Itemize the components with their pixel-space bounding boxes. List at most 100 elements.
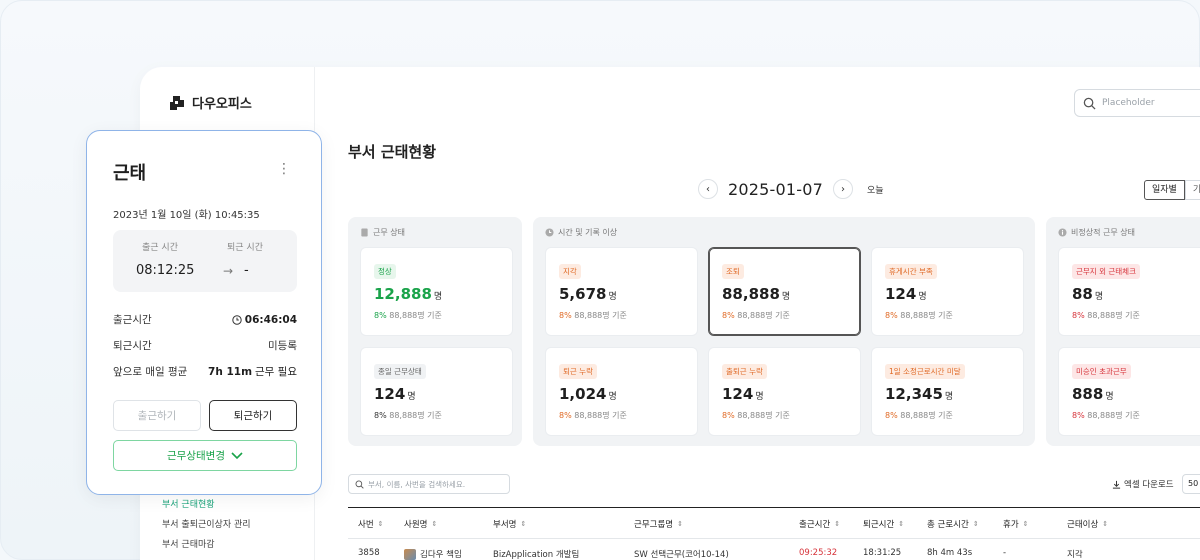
search-icon: [1083, 97, 1096, 110]
stat-card[interactable]: 휴게시간 부족 124 명 8% 88,888명 기준: [871, 247, 1024, 336]
info-value: 06:46:04: [232, 312, 297, 327]
arrow-right-icon: →: [223, 264, 234, 278]
checkin-label: 출근 시간: [142, 243, 178, 253]
prev-date-button[interactable]: ‹: [698, 179, 718, 199]
cell-emp-no: 3858: [358, 548, 380, 558]
stat-base: 8% 88,888명 기준: [374, 411, 442, 420]
info-label: 앞으로 매일 평균: [113, 366, 188, 378]
header-emp-no[interactable]: 사번 ⇕: [358, 518, 384, 530]
table-search-input[interactable]: 부서, 이름, 사번을 검색하세요.: [348, 474, 510, 494]
cell-dept: BizApplication 개발팀: [493, 550, 580, 560]
sidebar-item-dept-attendance[interactable]: 부서 근태현황: [140, 495, 314, 515]
stat-base: 8% 88,888명 기준: [722, 311, 790, 320]
info-value: 미등록: [268, 340, 297, 352]
stat-value: 12,888 명: [374, 285, 443, 303]
stat-base: 8% 88,888명 기준: [1072, 411, 1140, 420]
page-size-select[interactable]: 50: [1182, 474, 1200, 494]
stat-value: 888 명: [1072, 385, 1114, 403]
group-time-anomaly: 시간 및 기록 이상 지각 5,678 명 8% 88,888명 기준 조퇴 88…: [533, 217, 1035, 446]
view-toggle: 일자별 기: [1144, 180, 1200, 200]
cell-anomaly: 지각: [1067, 550, 1083, 560]
header-checkout[interactable]: 퇴근시간 ⇕: [863, 518, 904, 530]
header-total-hours[interactable]: 총 근로시간 ⇕: [927, 518, 979, 530]
attendance-datetime: 2023년 1월 10일 (화) 10:45:35: [113, 210, 260, 221]
search-placeholder: Placeholder: [1102, 98, 1155, 108]
avatar: [404, 548, 416, 560]
info-value: 7h 11m 근무 필요: [208, 365, 297, 379]
stat-card[interactable]: 퇴근 누락 1,024 명 8% 88,888명 기준: [545, 347, 698, 436]
table-row[interactable]: 3858 김다우 책임 BizApplication 개발팀 SW 선택근무(코…: [348, 539, 1200, 560]
table-header: 사번 ⇕ 사원명 ⇕ 부서명 ⇕ 근무그룹명 ⇕ 출근시간 ⇕ 퇴근시간 ⇕ 총 근로시간 ⇕…: [348, 507, 1200, 539]
stat-card[interactable]: 정상 12,888 명 8% 88,888명 기준: [360, 247, 513, 336]
group-title-text: 비정상적 근무 상태: [1071, 228, 1135, 237]
stat-card[interactable]: 미승인 초과근무 888 명 8% 88,888명 기준: [1058, 347, 1200, 436]
stat-base: 8% 88,888명 기준: [885, 311, 953, 320]
sort-icon: ⇕: [520, 520, 527, 528]
group-title: 근무 상태: [360, 227, 405, 238]
status-badge: 퇴근 누락: [559, 364, 597, 379]
tab-period[interactable]: 기: [1184, 180, 1200, 200]
sidebar-item-dept-closing[interactable]: 부서 근태마감: [140, 535, 314, 555]
header-dept[interactable]: 부서명 ⇕: [493, 518, 526, 530]
header-emp-name[interactable]: 사원명 ⇕: [404, 518, 437, 530]
status-badge: 조퇴: [722, 264, 744, 279]
sort-icon: ⇕: [898, 520, 905, 528]
global-search-input[interactable]: Placeholder: [1074, 89, 1200, 117]
stat-base: 8% 88,888명 기준: [559, 411, 627, 420]
stat-card[interactable]: 1일 소정근로시간 미달 12,345 명 8% 88,888명 기준: [871, 347, 1024, 436]
document-icon: [361, 228, 368, 237]
cell-checkin: 09:25:32: [799, 548, 838, 558]
stat-card[interactable]: 지각 5,678 명 8% 88,888명 기준: [545, 247, 698, 336]
stat-base: 8% 88,888명 기준: [1072, 311, 1140, 320]
info-label: 출근시간: [113, 314, 152, 326]
change-status-label: 근무상태변경: [167, 450, 225, 462]
attendance-title: 근태: [113, 163, 147, 184]
info-row-checkin: 출근시간 06:46:04: [113, 312, 297, 327]
stat-value: 88 명: [1072, 285, 1104, 303]
stat-card[interactable]: 출퇴근 누락 124 명 8% 88,888명 기준: [708, 347, 861, 436]
change-status-button[interactable]: 근무상태변경: [113, 440, 297, 471]
cell-total-hours: 8h 4m 43s: [927, 548, 973, 558]
sidebar-item-dept-anomaly[interactable]: 부서 출퇴근이상자 관리: [140, 515, 314, 535]
checkin-button[interactable]: 출근하기: [113, 400, 201, 431]
next-date-button[interactable]: ›: [832, 179, 853, 199]
stat-card[interactable]: 근무지 외 근태체크 88 명 8% 88,888명 기준: [1058, 247, 1200, 336]
daou-logo-icon: [170, 95, 184, 110]
sidebar-menu: 부서 근태현황 부서 출퇴근이상자 관리 부서 근태마감: [140, 495, 314, 555]
sort-icon: ⇕: [677, 520, 683, 528]
info-row-average: 앞으로 매일 평균 7h 11m 근무 필요: [113, 364, 297, 379]
group-title-text: 시간 및 기록 이상: [558, 228, 618, 237]
group-title: 비정상적 근무 상태: [1058, 227, 1135, 238]
status-badge: 근무지 외 근태체크: [1072, 264, 1140, 279]
stat-card-selected[interactable]: 조퇴 88,888 명 8% 88,888명 기준: [708, 247, 861, 336]
stat-base: 8% 88,888명 기준: [722, 411, 790, 420]
group-title: 시간 및 기록 이상: [545, 227, 617, 238]
checkout-button[interactable]: 퇴근하기: [209, 400, 297, 431]
tab-daily[interactable]: 일자별: [1144, 180, 1185, 200]
status-badge: 미승인 초과근무: [1072, 364, 1131, 379]
sort-icon: ⇕: [834, 520, 841, 528]
more-icon[interactable]: ⋮: [277, 161, 291, 177]
header-checkin[interactable]: 출근시간 ⇕: [799, 518, 840, 530]
logo-text: 다우오피스: [192, 97, 252, 112]
download-icon: [1112, 480, 1121, 489]
table-search-placeholder: 부서, 이름, 사번을 검색하세요.: [368, 479, 466, 489]
cell-emp-name: 김다우 책임: [404, 548, 462, 560]
excel-download-button[interactable]: 엑셀 다운로드: [1112, 478, 1174, 490]
stat-card[interactable]: 종일 근무상태 124 명 8% 88,888명 기준: [360, 347, 513, 436]
stat-value: 1,024 명: [559, 385, 617, 403]
stat-value: 124 명: [374, 385, 416, 403]
info-label: 퇴근시간: [113, 340, 152, 352]
current-date: 2025-01-07: [728, 179, 823, 199]
sort-icon: ⇕: [1102, 520, 1109, 528]
today-button[interactable]: 오늘: [867, 183, 884, 196]
status-badge: 휴게시간 부족: [885, 264, 937, 279]
sort-icon: ⇕: [377, 520, 384, 528]
info-icon: [1058, 228, 1067, 237]
chevron-down-icon: [231, 451, 243, 459]
header-work-group[interactable]: 근무그룹명 ⇕: [634, 518, 683, 530]
header-leave[interactable]: 휴가 ⇕: [1003, 518, 1029, 530]
header-anomaly[interactable]: 근태이상 ⇕: [1067, 518, 1108, 530]
stat-value: 124 명: [885, 285, 927, 303]
logo[interactable]: 다우오피스: [168, 93, 252, 112]
